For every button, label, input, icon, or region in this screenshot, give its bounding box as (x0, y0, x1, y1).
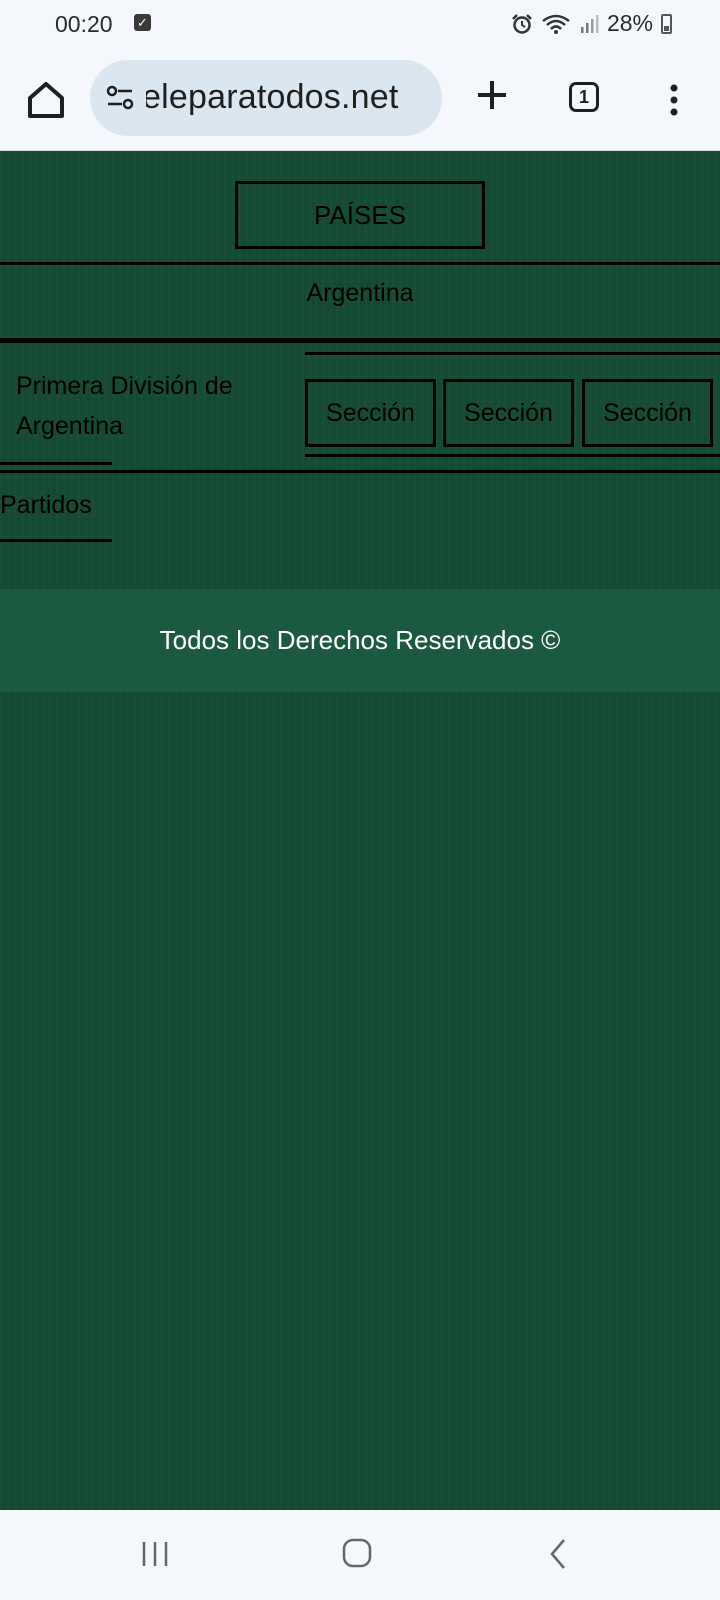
more-menu-icon[interactable] (664, 80, 684, 120)
sections-divider-top (305, 352, 720, 355)
status-time: 00:20 (55, 11, 113, 37)
system-nav-bar (0, 1510, 720, 1600)
footer: Todos los Derechos Reservados © (0, 589, 720, 692)
tab-count: 1 (578, 87, 589, 107)
tabs-icon[interactable]: 1 (569, 82, 599, 112)
alarm-icon (512, 13, 532, 34)
battery-percent: 28% (606, 10, 653, 36)
countries-button[interactable]: PAÍSES (235, 181, 485, 249)
url-clip: eleparatodos.net (146, 60, 442, 136)
check-icon: ✓ (134, 14, 151, 31)
recents-icon[interactable] (140, 1540, 170, 1568)
country-link[interactable]: Argentina (0, 279, 720, 308)
battery-icon (661, 13, 672, 34)
site-settings-icon[interactable] (104, 82, 136, 114)
url-text: eleparatodos.net (146, 78, 399, 116)
section-button-2[interactable]: Sección (443, 379, 574, 447)
web-page: PAÍSES Argentina Primera División de Arg… (0, 151, 720, 1510)
address-bar[interactable]: eleparatodos.net (90, 60, 442, 136)
home-icon[interactable] (22, 76, 70, 124)
wifi-icon (542, 14, 570, 34)
signal-icon (580, 14, 599, 33)
divider (0, 338, 720, 343)
section-button-3[interactable]: Sección (582, 379, 713, 447)
home-nav-icon[interactable] (342, 1538, 372, 1568)
status-bar: 00:20 ✓ 28% (0, 0, 720, 50)
league-link[interactable]: Primera División de Argentina (16, 366, 296, 446)
sections-divider-bottom (305, 454, 720, 457)
new-tab-icon[interactable] (472, 75, 512, 115)
back-icon[interactable] (548, 1538, 568, 1570)
matches-link[interactable]: Partidos (0, 491, 92, 520)
league-underline (0, 462, 112, 465)
divider (0, 262, 720, 265)
section-button-1[interactable]: Sección (305, 379, 436, 447)
footer-text: Todos los Derechos Reservados © (159, 625, 561, 655)
status-indicators: 28% (511, 10, 672, 37)
divider (0, 470, 720, 473)
matches-underline (0, 539, 112, 542)
browser-toolbar: eleparatodos.net 1 (0, 50, 720, 151)
